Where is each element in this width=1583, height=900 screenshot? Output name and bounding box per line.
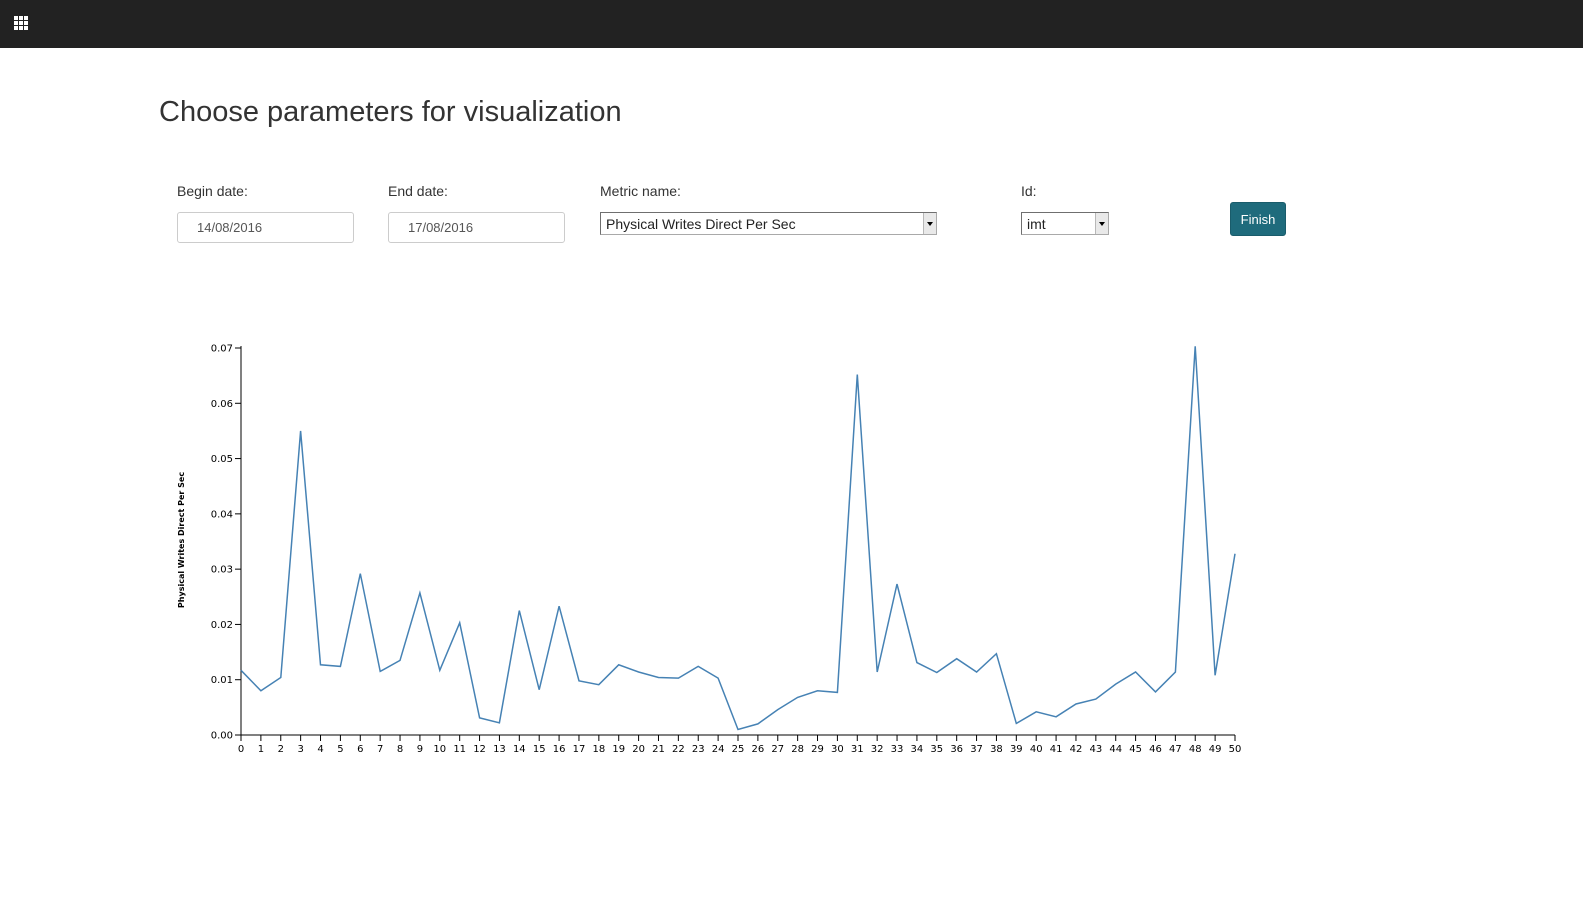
x-tick-label: 29 [811,744,824,755]
x-tick-label: 44 [1109,744,1122,755]
x-tick-label: 2 [278,744,284,755]
y-tick-label: 0.00 [211,731,233,742]
x-tick-label: 32 [871,744,884,755]
x-tick-label: 41 [1050,744,1063,755]
x-tick-label: 27 [771,744,784,755]
y-axis: 0.00 0.01 0.02 0.03 0.04 0.05 0.06 0.07 [211,344,242,742]
x-tick-label: 31 [851,744,864,755]
x-axis: 0 1 2 3 4 5 6 7 8 9 10 11 12 13 14 15 16 17 18 19 20 21 22 23 24… [238,734,1242,755]
x-tick-label: 45 [1129,744,1142,755]
y-tick-label: 0.05 [211,454,233,465]
x-tick-label: 23 [692,744,705,755]
x-tick-label: 28 [791,744,804,755]
x-tick-label: 40 [1030,744,1043,755]
x-tick-label: 50 [1229,744,1242,755]
x-tick-label: 43 [1089,744,1102,755]
x-tick-label: 8 [397,744,403,755]
x-tick-label: 22 [672,744,685,755]
y-tick-label: 0.01 [211,675,233,686]
x-tick-label: 25 [732,744,745,755]
x-tick-label: 1 [258,744,264,755]
x-tick-label: 4 [317,744,323,755]
x-tick-label: 18 [592,744,605,755]
x-tick-label: 9 [417,744,423,755]
x-tick-label: 30 [831,744,844,755]
x-tick-label: 35 [930,744,943,755]
x-tick-label: 33 [891,744,904,755]
x-tick-label: 15 [533,744,546,755]
x-tick-label: 0 [238,744,244,755]
x-tick-label: 49 [1209,744,1222,755]
series-line [240,346,1236,731]
x-tick-label: 48 [1189,744,1202,755]
x-tick-label: 17 [573,744,586,755]
x-tick-label: 42 [1070,744,1083,755]
line-chart: 0.000.010.020.030.040.050.060.07 0123456… [177,344,1242,756]
y-tick-label: 0.02 [211,620,233,631]
y-tick-label: 0.06 [211,399,233,410]
x-tick-label: 14 [513,744,526,755]
x-tick-label: 6 [357,744,363,755]
x-tick-label: 26 [752,744,765,755]
y-tick-label: 0.04 [211,509,233,520]
x-tick-label: 24 [712,744,725,755]
y-tick-label: 0.07 [211,344,233,355]
x-tick-label: 34 [911,744,924,755]
y-tick-label: 0.03 [211,565,233,576]
x-tick-label: 5 [337,744,343,755]
x-tick-label: 20 [632,744,645,755]
x-tick-label: 38 [990,744,1003,755]
x-tick-label: 46 [1149,744,1162,755]
x-tick-label: 10 [433,744,446,755]
x-tick-label: 12 [473,744,486,755]
y-axis-label: Physical Writes Direct Per Sec [177,472,186,608]
x-tick-label: 13 [493,744,506,755]
x-tick-label: 39 [1010,744,1023,755]
x-tick-label: 21 [652,744,665,755]
x-tick-label: 19 [612,744,625,755]
x-tick-label: 47 [1169,744,1182,755]
x-tick-label: 36 [950,744,963,755]
x-tick-label: 37 [970,744,983,755]
x-tick-label: 16 [553,744,566,755]
x-tick-label: 11 [453,744,466,755]
x-tick-label: 7 [377,744,383,755]
x-tick-label: 3 [297,744,303,755]
